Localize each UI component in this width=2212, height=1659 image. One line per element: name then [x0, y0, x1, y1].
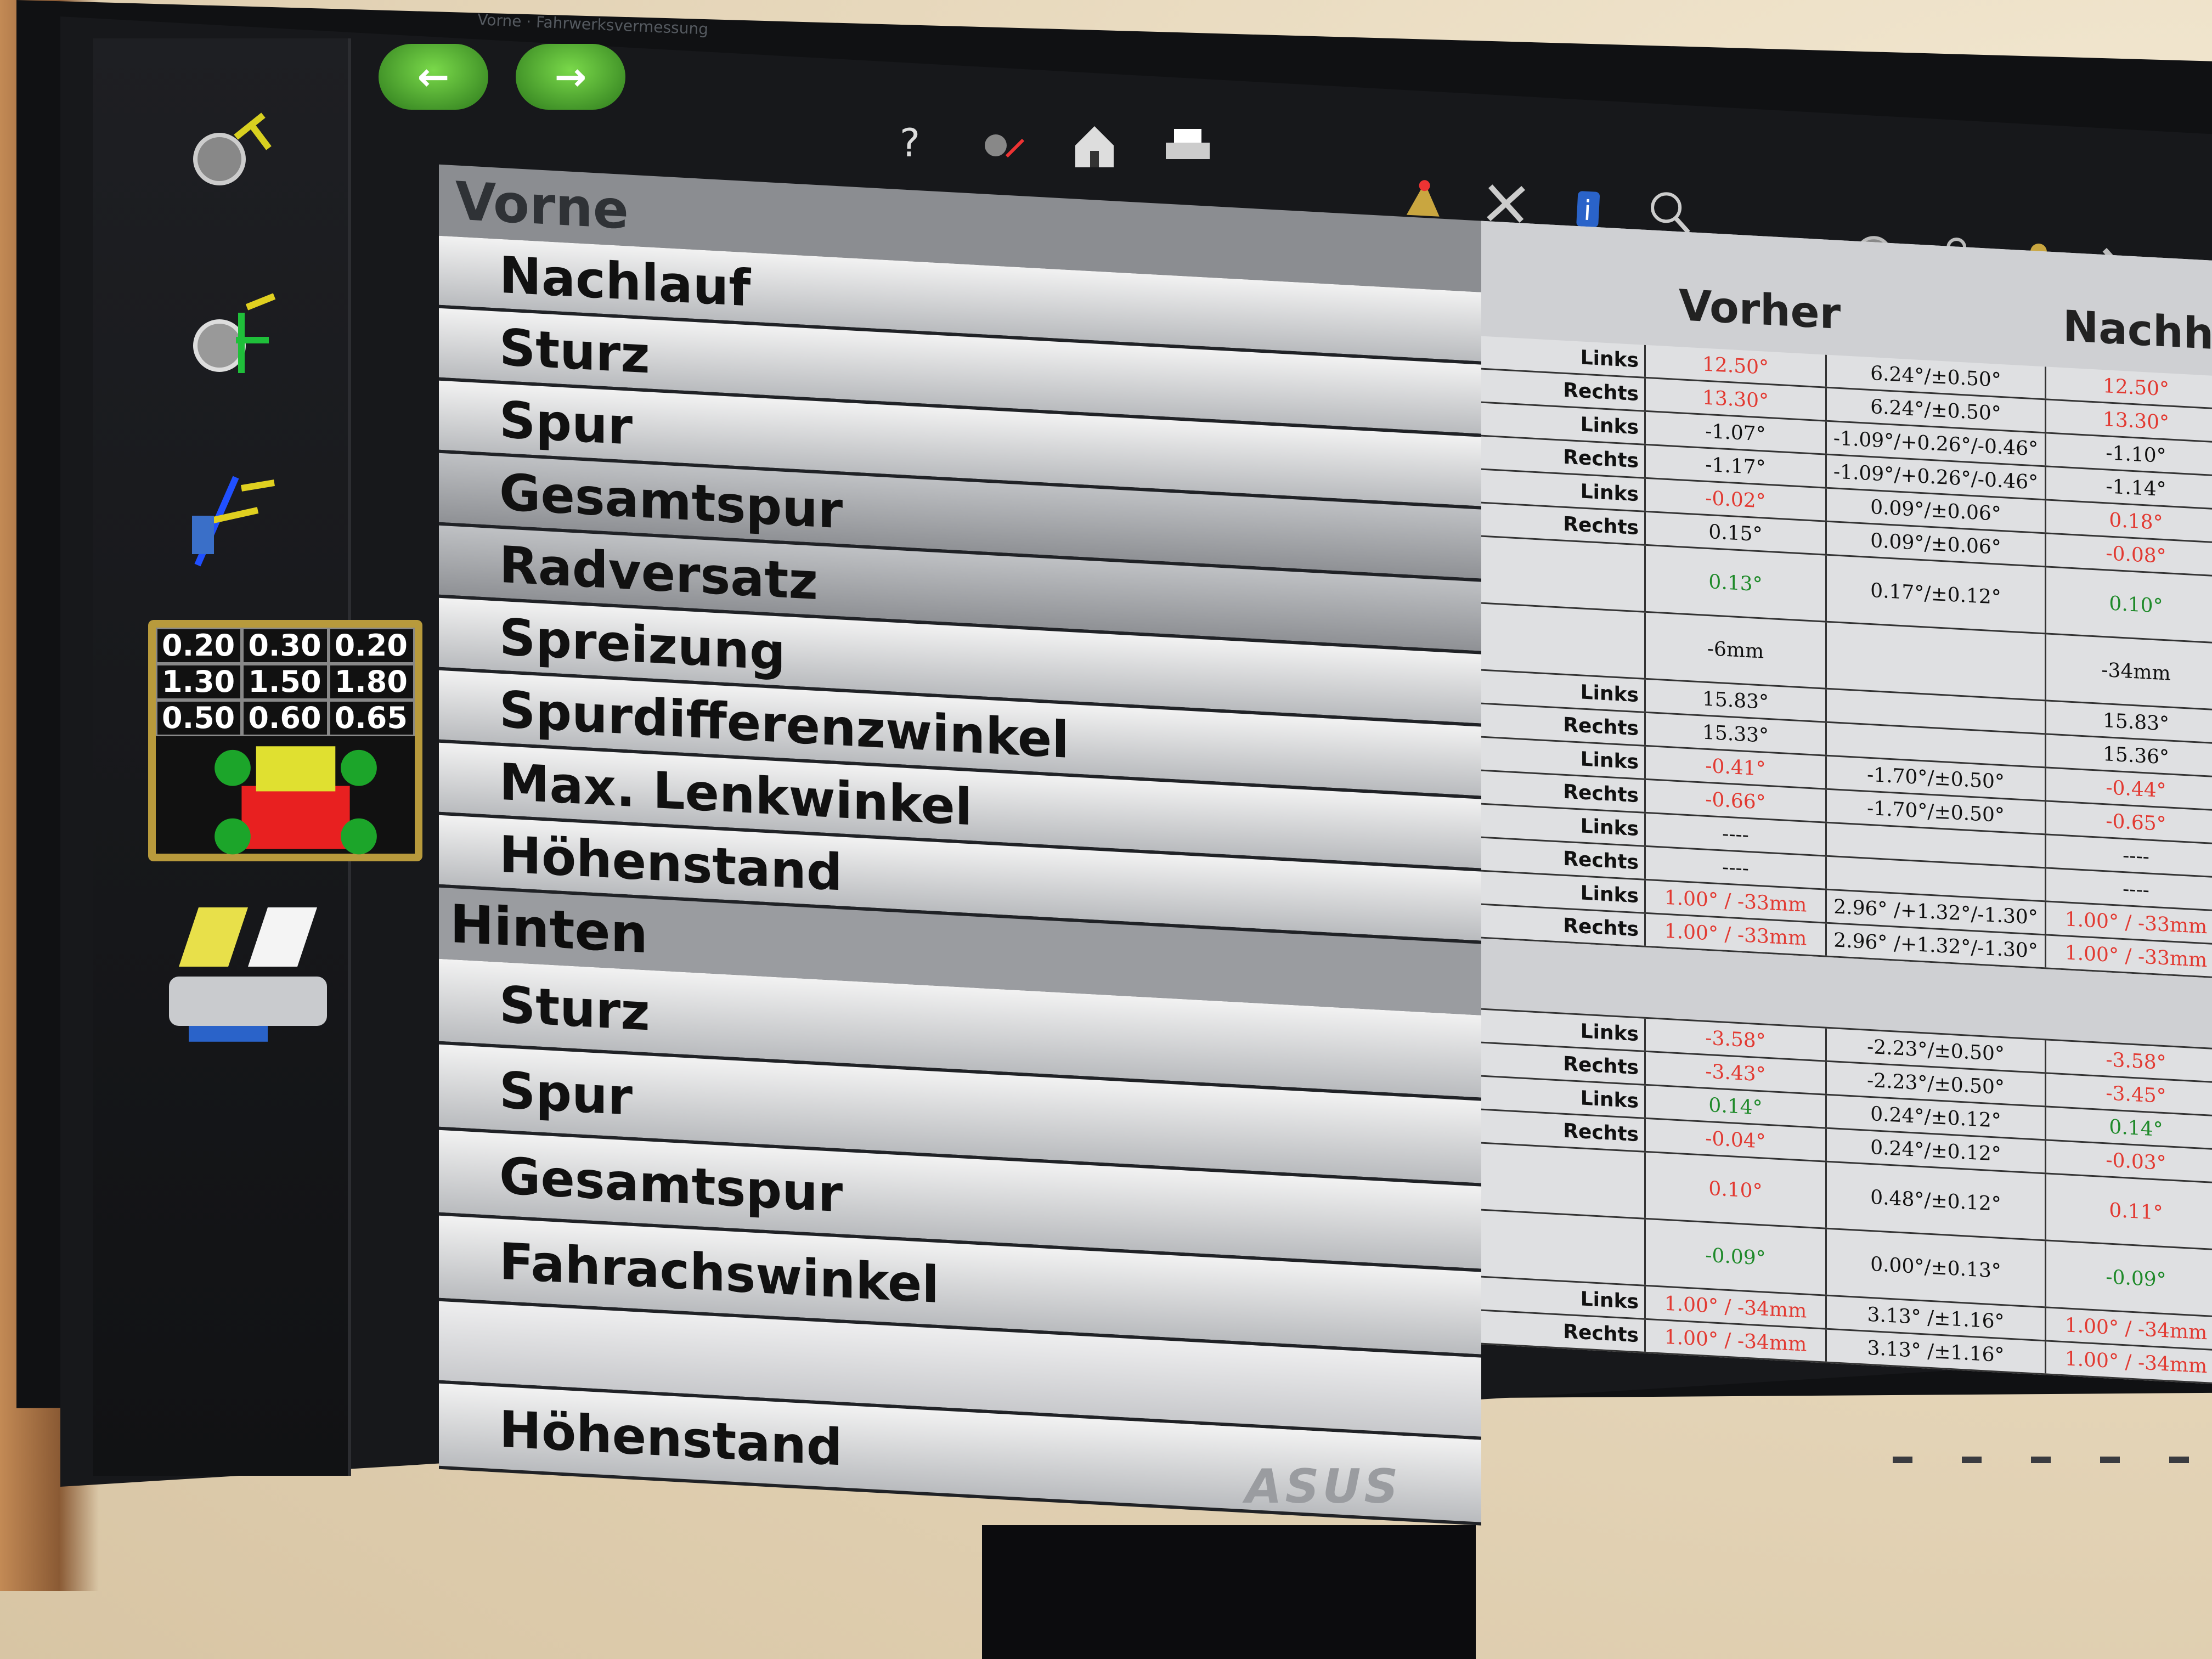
- print-report-icon[interactable]: [159, 894, 357, 1059]
- side-label: [1481, 1210, 1646, 1285]
- navigation-arrows: ← →: [379, 44, 625, 110]
- spec-value: 0.17°/±0.12°: [1827, 555, 2046, 633]
- alignment-button[interactable]: [971, 115, 1031, 176]
- help-button[interactable]: ?: [878, 115, 938, 176]
- forward-arrow-icon: →: [554, 54, 587, 99]
- monitor-stand: [982, 1525, 1476, 1659]
- monitor-button[interactable]: [1893, 1457, 1912, 1463]
- after-value: 0.11°: [2046, 1174, 2212, 1250]
- adjustment-table-cell: 0.20: [156, 628, 242, 664]
- caster-icon[interactable]: [176, 93, 285, 203]
- side-label: [1481, 603, 1646, 678]
- after-value: 0.10°: [2046, 567, 2212, 643]
- svg-text:?: ?: [900, 121, 920, 166]
- monitor-button[interactable]: [2100, 1457, 2120, 1463]
- home-icon: [1075, 126, 1114, 167]
- toe-icon[interactable]: [176, 466, 285, 576]
- measurement-panel: Vorne Nachlauf Sturz Spur Gesamtspur Radvers…: [340, 159, 2212, 1578]
- monitor-brand-logo: ASUS: [1245, 1459, 1402, 1514]
- before-value: -0.09°: [1646, 1219, 1827, 1295]
- before-value: 0.10°: [1646, 1152, 1827, 1228]
- spec-value: [1827, 622, 2046, 700]
- printer-icon: [1166, 129, 1210, 159]
- monitor-button[interactable]: [1962, 1457, 1982, 1463]
- adjustment-table-cell: 1.30: [156, 664, 242, 700]
- monitor-button[interactable]: [2031, 1457, 2051, 1463]
- side-label: [1481, 537, 1646, 611]
- before-value: -6mm: [1646, 612, 1827, 688]
- help-icon: ?: [900, 121, 920, 166]
- monitor-button[interactable]: [2169, 1457, 2189, 1463]
- adjustment-table-cell: 1.50: [242, 664, 329, 700]
- spec-value: 0.00°/±0.13°: [1827, 1229, 2046, 1307]
- before-column-header: Vorher: [1679, 281, 1841, 340]
- before-value: 0.13°: [1646, 545, 1827, 621]
- main-toolbar: ?: [878, 115, 1218, 176]
- camber-icon[interactable]: [176, 280, 285, 390]
- monitor-controls: [1893, 1457, 2189, 1463]
- adjustment-table-cell: 0.30: [242, 628, 329, 664]
- adjustment-table-cell: 0.60: [242, 700, 329, 736]
- measurement-labels: Vorne Nachlauf Sturz Spur Gesamtspur Radvers…: [439, 164, 1481, 1526]
- home-button[interactable]: [1064, 115, 1125, 176]
- after-value: -34mm: [2046, 634, 2212, 710]
- values-table: Vorher Nachher Links 12.50° 6.24°/±0.50° 12…: [1481, 221, 2212, 1385]
- side-label: [1481, 1143, 1646, 1218]
- alignment-icon: [985, 134, 1025, 158]
- adjustment-table-cell: 0.50: [156, 700, 242, 736]
- print-button[interactable]: [1158, 115, 1218, 176]
- icon-sidebar: 0.20 0.30 0.20 1.30 1.50 1.80 0.50 0.60 0.65: [93, 38, 422, 1476]
- back-button[interactable]: ←: [379, 44, 488, 110]
- after-value: -0.09°: [2046, 1241, 2212, 1317]
- spec-value: 0.48°/±0.12°: [1827, 1162, 2046, 1240]
- after-column-header: Nachher: [2063, 302, 2212, 362]
- forward-button[interactable]: →: [516, 44, 625, 110]
- back-arrow-icon: ←: [417, 54, 450, 99]
